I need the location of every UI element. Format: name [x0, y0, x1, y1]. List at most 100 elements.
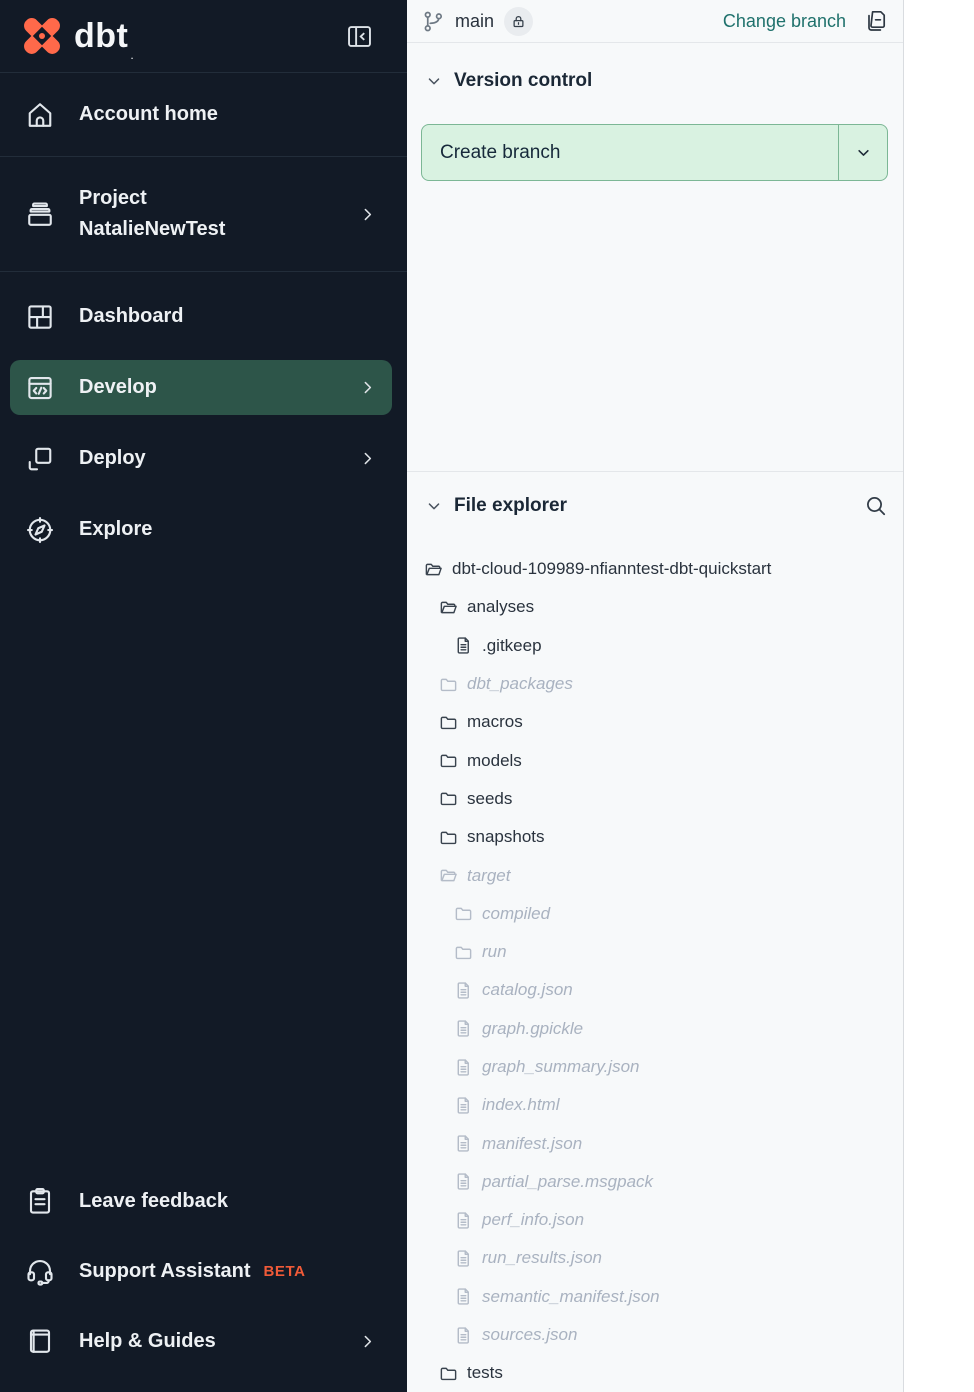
change-branch-link[interactable]: Change branch: [723, 11, 846, 32]
develop-side-panel: main Change branch Version control Cr: [407, 0, 904, 1392]
clipboard-icon: [25, 1186, 55, 1216]
file-icon: [454, 1211, 473, 1230]
file-item-perf_info.json[interactable]: perf_info.json: [407, 1201, 903, 1239]
sidebar-bottom-nav: Leave feedback Support Assistant BETA: [0, 1166, 407, 1392]
version-control-section: Version control Create branch: [407, 43, 903, 472]
sidebar-item-label: Dashboard: [79, 305, 183, 328]
sidebar-main-nav: Dashboard Develop: [0, 272, 407, 565]
brand-trademark-dot: .: [130, 48, 133, 62]
folder-item-dbt-cloud-109989-nfianntest-dbt-quickstart[interactable]: dbt-cloud-109989-nfianntest-dbt-quicksta…: [407, 550, 903, 588]
sidebar-item-account-home[interactable]: Account home: [0, 73, 407, 156]
sidebar-item-label: Explore: [79, 518, 152, 541]
folder-icon: [454, 904, 473, 923]
explore-compass-icon: [25, 515, 55, 545]
current-branch-label: main: [455, 11, 494, 32]
headset-icon: [25, 1256, 55, 1286]
create-branch-caret[interactable]: [838, 125, 887, 180]
dbt-logo-icon: [22, 16, 62, 56]
create-branch-button[interactable]: Create branch: [422, 125, 838, 180]
sidebar-item-leave-feedback[interactable]: Leave feedback: [0, 1166, 407, 1236]
folder-item-compiled[interactable]: compiled: [407, 895, 903, 933]
folder-item-target[interactable]: target: [407, 856, 903, 894]
dashboard-icon: [25, 302, 55, 332]
folder-item-macros[interactable]: macros: [407, 703, 903, 741]
file-icon: [454, 636, 473, 655]
project-stack-icon: [25, 199, 55, 229]
folder-item-dbt_packages[interactable]: dbt_packages: [407, 665, 903, 703]
copy-icon[interactable]: [864, 9, 888, 33]
branch-bar: main Change branch: [407, 0, 903, 43]
folder-icon: [439, 828, 458, 847]
file-item-catalog.json[interactable]: catalog.json: [407, 971, 903, 1009]
file-explorer-section: File explorer dbt-cloud-109989-nfianntes…: [407, 472, 903, 1392]
file-explorer-header[interactable]: File explorer: [407, 489, 903, 523]
file-item-run_results.json[interactable]: run_results.json: [407, 1239, 903, 1277]
sidebar-item-label: Account home: [79, 103, 218, 126]
editor-area[interactable]: [904, 0, 974, 1392]
folder-icon: [439, 675, 458, 694]
brand-wordmark: dbt: [74, 17, 128, 56]
chevron-right-icon: [359, 450, 376, 467]
sidebar: dbt . Account home: [0, 0, 407, 1392]
sidebar-item-label: Help & Guides: [79, 1330, 216, 1353]
git-branch-icon: [422, 10, 445, 33]
book-icon: [25, 1326, 55, 1356]
file-item-index.html[interactable]: index.html: [407, 1086, 903, 1124]
file-icon: [454, 981, 473, 1000]
file-item-graph.gpickle[interactable]: graph.gpickle: [407, 1010, 903, 1048]
file-item-graph_summary.json[interactable]: graph_summary.json: [407, 1048, 903, 1086]
folder-open-icon: [439, 598, 458, 617]
folder-item-run[interactable]: run: [407, 933, 903, 971]
file-item-manifest.json[interactable]: manifest.json: [407, 1124, 903, 1162]
file-tree: dbt-cloud-109989-nfianntest-dbt-quicksta…: [407, 550, 903, 1392]
sidebar-item-explore[interactable]: Explore: [0, 494, 407, 565]
folder-icon: [439, 1364, 458, 1383]
sidebar-item-support-assistant[interactable]: Support Assistant BETA: [0, 1236, 407, 1306]
folder-item-models[interactable]: models: [407, 741, 903, 779]
folder-icon: [439, 751, 458, 770]
file-item-sources.json[interactable]: sources.json: [407, 1316, 903, 1354]
file-item-.gitkeep[interactable]: .gitkeep: [407, 627, 903, 665]
sidebar-item-dashboard[interactable]: Dashboard: [0, 281, 407, 352]
project-label: Project: [79, 183, 225, 214]
sidebar-item-help-guides[interactable]: Help & Guides: [0, 1306, 407, 1376]
sidebar-spacer: [0, 565, 407, 1166]
logo-row: dbt .: [0, 0, 407, 72]
version-control-header[interactable]: Version control: [407, 64, 903, 98]
section-title: Version control: [454, 70, 592, 92]
search-icon[interactable]: [864, 494, 888, 518]
deploy-icon: [25, 444, 55, 474]
chevron-down-icon: [425, 72, 443, 90]
sidebar-item-deploy[interactable]: Deploy: [0, 423, 407, 494]
file-icon: [454, 1172, 473, 1191]
create-branch-split-button: Create branch: [421, 124, 888, 181]
file-icon: [454, 1326, 473, 1345]
file-item-partial_parse.msgpack[interactable]: partial_parse.msgpack: [407, 1163, 903, 1201]
sidebar-item-develop[interactable]: Develop: [10, 360, 392, 415]
chevron-down-icon: [854, 143, 873, 162]
sidebar-item-project[interactable]: Project NatalieNewTest: [0, 157, 407, 271]
beta-badge: BETA: [264, 1263, 306, 1280]
collapse-sidebar-icon[interactable]: [346, 23, 373, 50]
folder-open-icon: [424, 560, 443, 579]
file-icon: [454, 1287, 473, 1306]
home-icon: [25, 100, 55, 130]
folder-item-seeds[interactable]: seeds: [407, 780, 903, 818]
file-item-semantic_manifest.json[interactable]: semantic_manifest.json: [407, 1278, 903, 1316]
folder-item-tests[interactable]: tests: [407, 1354, 903, 1392]
chevron-right-icon: [359, 206, 376, 223]
sidebar-item-label: Project NatalieNewTest: [79, 183, 225, 245]
sidebar-item-label: Develop: [79, 376, 157, 399]
sidebar-item-label: Support Assistant: [79, 1260, 251, 1283]
folder-open-icon: [439, 866, 458, 885]
folder-item-analyses[interactable]: analyses: [407, 588, 903, 626]
file-icon: [454, 1019, 473, 1038]
folder-item-snapshots[interactable]: snapshots: [407, 818, 903, 856]
project-name: NatalieNewTest: [79, 214, 225, 245]
section-title: File explorer: [454, 495, 567, 517]
file-icon: [454, 1134, 473, 1153]
develop-code-icon: [25, 373, 55, 403]
chevron-right-icon: [359, 379, 376, 396]
sidebar-item-label: Leave feedback: [79, 1190, 228, 1213]
branch-locked-badge[interactable]: [504, 7, 533, 36]
